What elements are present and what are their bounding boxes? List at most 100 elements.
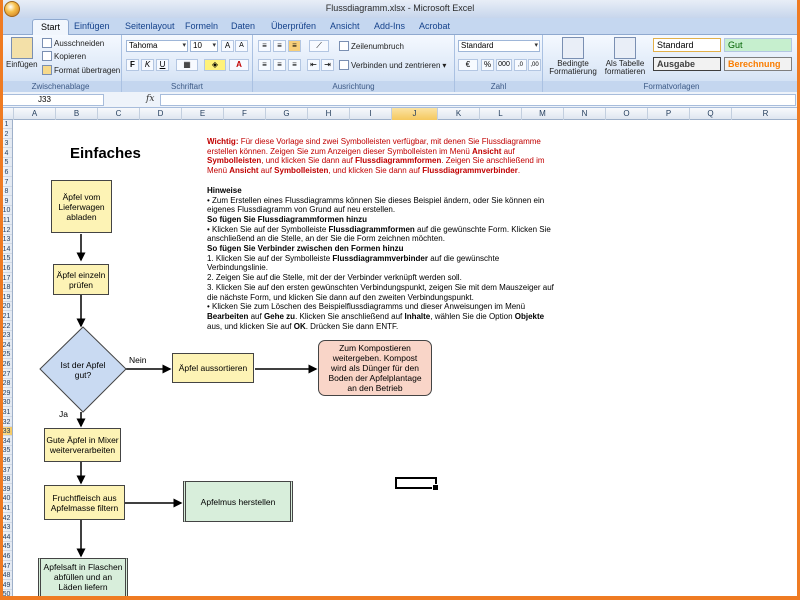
selected-cell-j33[interactable] <box>395 477 439 491</box>
column-header[interactable]: M <box>522 108 564 120</box>
warning-paragraph: Wichtig: Für diese Vorlage sind zwei Sym… <box>207 137 545 176</box>
column-header[interactable]: O <box>606 108 648 120</box>
align-top-button[interactable]: ≡ <box>258 40 271 52</box>
tab-ueberpruefen[interactable]: Überprüfen <box>263 19 324 35</box>
align-center-button[interactable]: ≡ <box>273 59 286 71</box>
column-header[interactable]: G <box>266 108 308 120</box>
font-size-select[interactable]: 10 <box>190 40 218 52</box>
flow-step-applesauce[interactable]: Apfelmus herstellen <box>183 481 293 522</box>
column-header[interactable]: E <box>182 108 224 120</box>
tab-add-ins[interactable]: Add-Ins <box>366 19 413 35</box>
formula-bar: J33 fx <box>0 92 800 108</box>
bold-button[interactable]: F <box>126 59 139 71</box>
column-header[interactable]: A <box>14 108 56 120</box>
brush-icon <box>42 65 52 75</box>
column-header-selected[interactable]: J <box>392 108 438 120</box>
flow-step-filter[interactable]: Fruchtfleisch aus Apfelmasse filtern <box>44 485 125 520</box>
align-middle-button[interactable]: ≡ <box>273 40 286 52</box>
group-alignment: ≡ ≡ ≡ ⟋ Zeilenumbruch ≡ ≡ ≡ ⇤ ⇥ Verbinde… <box>253 35 455 92</box>
thousands-button[interactable]: 000 <box>496 59 512 71</box>
column-header[interactable]: B <box>56 108 98 120</box>
style-standard[interactable]: Standard <box>653 38 721 52</box>
flow-decision-label[interactable]: Ist der Apfel gut? <box>54 352 112 388</box>
column-header[interactable]: N <box>564 108 606 120</box>
column-header[interactable]: P <box>648 108 690 120</box>
percent-button[interactable]: % <box>481 59 494 71</box>
format-as-table-button[interactable]: Als Tabelle formatieren <box>601 37 649 76</box>
grow-font-button[interactable]: A <box>221 40 234 52</box>
align-left-button[interactable]: ≡ <box>258 59 271 71</box>
flow-step-bottle[interactable]: Apfelsaft in Flaschen abfüllen und an Lä… <box>38 558 128 600</box>
shapes-title: So fügen Sie Flussdiagrammformen hinzu <box>207 214 368 224</box>
column-header[interactable]: D <box>140 108 182 120</box>
increase-indent-button[interactable]: ⇥ <box>321 59 334 71</box>
copy-button[interactable]: Kopieren <box>42 51 86 61</box>
align-bottom-button[interactable]: ≡ <box>288 40 301 52</box>
sheet-heading: Einfaches <box>70 145 141 162</box>
flow-step-sort-out[interactable]: Äpfel aussortieren <box>172 353 254 383</box>
ribbon: Einfügen Ausschneiden Kopieren Format üb… <box>0 35 800 92</box>
tab-seitenlayout[interactable]: Seitenlayout <box>117 19 183 35</box>
column-headers: A B C D E F G H I J K L M N O P Q R <box>0 108 800 120</box>
tab-einfuegen[interactable]: Einfügen <box>66 19 118 35</box>
style-berechnung[interactable]: Berechnung <box>724 57 792 71</box>
style-ausgabe[interactable]: Ausgabe <box>653 57 721 71</box>
align-right-button[interactable]: ≡ <box>288 59 301 71</box>
conditional-format-icon <box>562 37 584 59</box>
orientation-button[interactable]: ⟋ <box>309 40 329 52</box>
paste-button[interactable]: Einfügen <box>6 37 38 69</box>
tab-start[interactable]: Start <box>32 19 70 35</box>
underline-button[interactable]: U <box>156 59 169 71</box>
column-header[interactable]: H <box>308 108 350 120</box>
fx-icon[interactable]: fx <box>146 94 154 104</box>
column-header[interactable]: C <box>98 108 140 120</box>
ribbon-tabs: Start Einfügen Seitenlayout Formeln Date… <box>0 18 800 35</box>
group-font: Tahoma 10 A A F K U ▦ ◈ A Schriftart <box>122 35 253 92</box>
formula-input[interactable] <box>160 94 796 106</box>
paste-icon <box>10 37 33 59</box>
tab-acrobat[interactable]: Acrobat <box>411 19 458 35</box>
merge-center-button[interactable]: Verbinden und zentrieren ▾ <box>339 60 446 70</box>
style-gut[interactable]: Gut <box>724 38 792 52</box>
title-bar: Flussdiagramm.xlsx - Microsoft Excel <box>0 0 800 18</box>
shrink-font-button[interactable]: A <box>235 40 248 52</box>
border-button[interactable]: ▦ <box>176 59 198 71</box>
column-header[interactable]: I <box>350 108 392 120</box>
fill-color-button[interactable]: ◈ <box>204 59 226 71</box>
column-header[interactable]: L <box>480 108 522 120</box>
currency-button[interactable]: € <box>458 59 478 71</box>
decrease-indent-button[interactable]: ⇤ <box>307 59 320 71</box>
group-styles: Bedingte Formatierung Als Tabelle format… <box>543 35 800 92</box>
scissors-icon <box>42 38 52 48</box>
column-header[interactable]: Q <box>690 108 732 120</box>
number-format-select[interactable]: Standard <box>458 40 540 52</box>
decrease-decimal-button[interactable]: ,00 <box>528 59 541 71</box>
format-painter-button[interactable]: Format übertragen <box>42 65 120 75</box>
connectors-title: So fügen Sie Verbinder zwischen den Form… <box>207 244 404 254</box>
flow-step-inspect[interactable]: Äpfel einzeln prüfen <box>53 264 109 295</box>
conditional-formatting-button[interactable]: Bedingte Formatierung <box>549 37 597 76</box>
column-header[interactable]: R <box>732 108 800 120</box>
font-group-label: Schriftart <box>122 81 252 92</box>
column-header[interactable]: F <box>224 108 266 120</box>
shapes-paragraph: • Klicken Sie auf der Symbolleiste Fluss… <box>207 224 551 244</box>
flow-step-compost[interactable]: Zum Kompostieren weitergeben. Kompost wi… <box>318 340 432 396</box>
flow-step-mixer[interactable]: Gute Äpfel in Mixer weiterverarbeiten <box>44 428 121 462</box>
no-label: Nein <box>129 355 147 365</box>
wrap-text-button[interactable]: Zeilenumbruch <box>339 41 404 51</box>
column-header[interactable]: K <box>438 108 480 120</box>
tab-ansicht[interactable]: Ansicht <box>322 19 368 35</box>
font-name-select[interactable]: Tahoma <box>126 40 188 52</box>
cut-button[interactable]: Ausschneiden <box>42 38 104 48</box>
chevron-down-icon: ▾ <box>442 60 447 70</box>
frame-bottom-border <box>0 596 800 600</box>
window-title: Flussdiagramm.xlsx - Microsoft Excel <box>325 3 475 13</box>
connectors-step-3: 3. Klicken Sie auf den ersten gewünschte… <box>207 282 554 302</box>
name-box[interactable]: J33 <box>2 94 104 106</box>
font-color-button[interactable]: A <box>229 59 249 71</box>
tab-formeln[interactable]: Formeln <box>177 19 226 35</box>
italic-button[interactable]: K <box>141 59 154 71</box>
flow-step-unload[interactable]: Äpfel vom Lieferwagen abladen <box>51 180 112 233</box>
tab-daten[interactable]: Daten <box>223 19 263 35</box>
increase-decimal-button[interactable]: ,0 <box>514 59 527 71</box>
